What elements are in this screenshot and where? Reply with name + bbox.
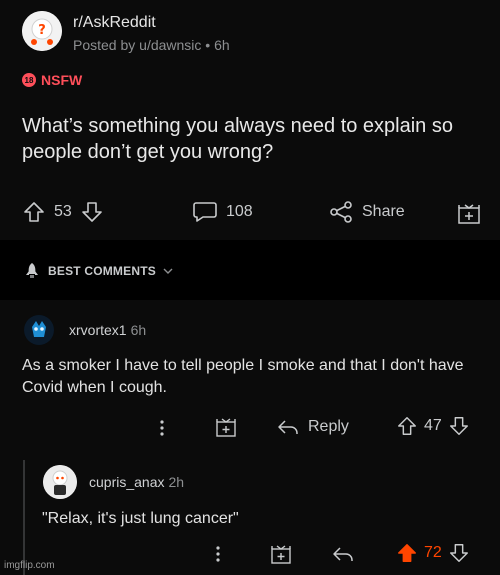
- sort-label: BEST COMMENTS: [48, 264, 156, 278]
- nsfw-label: NSFW: [41, 72, 83, 88]
- svg-text:?: ?: [38, 23, 46, 38]
- comment-body: "Relax, it's just lung cancer": [42, 510, 239, 527]
- sort-dropdown[interactable]: BEST COMMENTS: [22, 262, 174, 280]
- more-icon[interactable]: [154, 418, 170, 438]
- nsfw-tag: 18 NSFW: [22, 72, 82, 88]
- comment-count: 108: [226, 203, 253, 220]
- upvote-icon[interactable]: [396, 415, 418, 437]
- share-icon: [328, 200, 354, 224]
- post-actions: 53 108 Share: [0, 196, 500, 232]
- comment-author[interactable]: xrvortex1 6h: [69, 322, 146, 338]
- nsfw-badge: 18: [22, 73, 36, 87]
- reply-vote-count: 72: [424, 544, 442, 561]
- comments-button[interactable]: 108: [192, 200, 253, 224]
- post-upvote-count: 53: [54, 203, 72, 220]
- rocket-icon: [22, 262, 42, 280]
- chevron-down-icon: [162, 266, 174, 276]
- award-icon[interactable]: [269, 542, 293, 566]
- avatar[interactable]: [24, 315, 54, 345]
- comment-body: As a smoker I have to tell people I smok…: [22, 357, 464, 396]
- subreddit-avatar[interactable]: ?: [22, 11, 62, 51]
- subreddit-name[interactable]: r/AskReddit: [73, 14, 156, 32]
- share-button[interactable]: Share: [328, 200, 405, 224]
- comment-author[interactable]: cupris_anax 2h: [89, 474, 184, 490]
- downvote-icon[interactable]: [448, 415, 470, 437]
- post-title[interactable]: What’s something you always need to expl…: [22, 113, 482, 165]
- comment-timestamp: 2h: [168, 474, 185, 490]
- post-meta: Posted by u/dawnsic • 6h: [73, 37, 230, 53]
- award-icon: [456, 200, 482, 226]
- avatar[interactable]: [43, 465, 77, 499]
- reply-icon: [276, 416, 300, 438]
- comment-vote-count: 47: [424, 417, 442, 434]
- downvote-icon[interactable]: [80, 200, 104, 224]
- comment-timestamp: 6h: [130, 322, 147, 338]
- share-label: Share: [362, 203, 405, 220]
- comment-vote-group: 47: [396, 415, 470, 437]
- comment-icon: [192, 200, 218, 224]
- reply-button[interactable]: Reply: [276, 416, 349, 438]
- section-divider: [0, 240, 500, 250]
- reply-icon[interactable]: [331, 543, 355, 565]
- reply-label: Reply: [308, 418, 349, 435]
- thread-line[interactable]: [23, 460, 25, 575]
- reply-vote-group: 72: [396, 542, 470, 564]
- comment-username[interactable]: cupris_anax: [89, 474, 165, 490]
- watermark: imgflip.com: [4, 560, 55, 571]
- award-icon[interactable]: [214, 415, 238, 439]
- award-button[interactable]: [456, 200, 482, 226]
- comment-username[interactable]: xrvortex1: [69, 322, 127, 338]
- post-vote-group: 53: [22, 200, 104, 224]
- more-icon[interactable]: [210, 544, 226, 564]
- downvote-icon[interactable]: [448, 542, 470, 564]
- upvote-icon[interactable]: [396, 542, 418, 564]
- upvote-icon[interactable]: [22, 200, 46, 224]
